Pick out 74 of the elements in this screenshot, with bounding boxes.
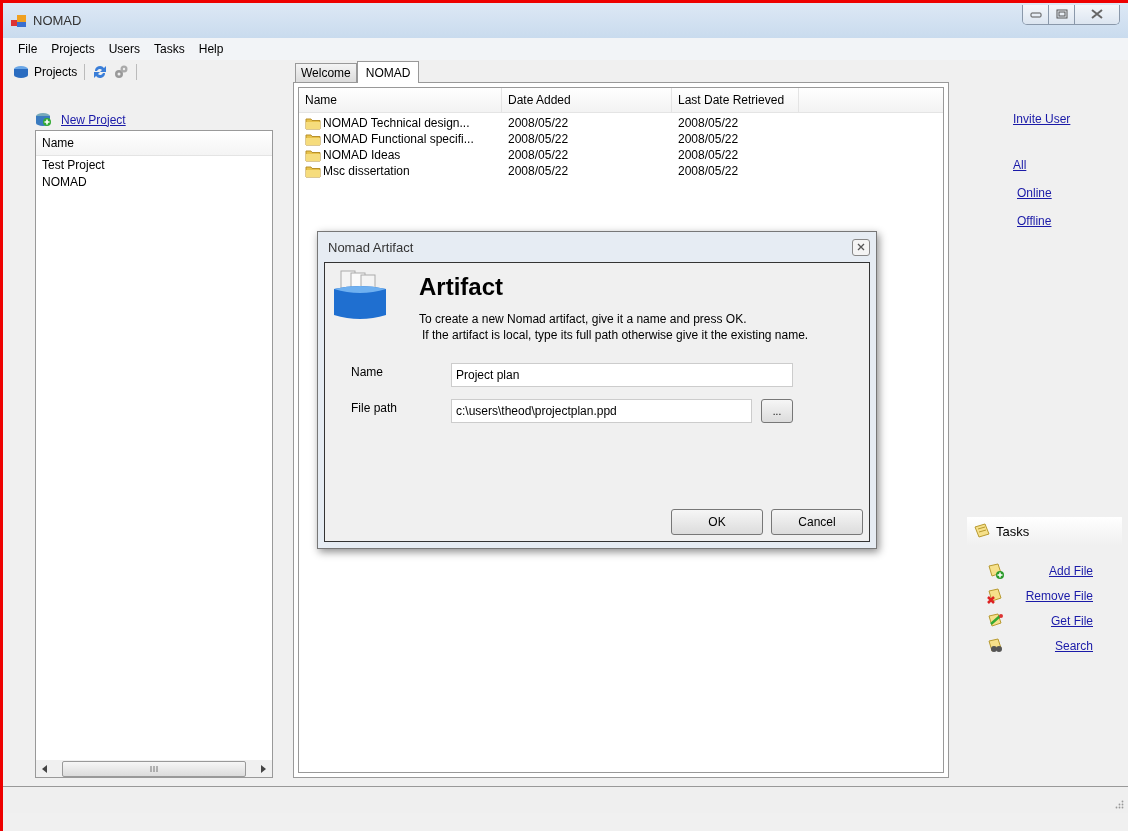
table-cell: NOMAD Ideas <box>323 148 401 162</box>
cancel-button[interactable]: Cancel <box>771 509 863 535</box>
tasks-title: Tasks <box>996 523 1030 539</box>
note-add-icon <box>987 563 1005 579</box>
dialog-title: Nomad Artifact <box>328 239 414 255</box>
maximize-icon <box>1055 9 1068 19</box>
invite-user-link[interactable]: Invite User <box>1013 112 1128 126</box>
menu-item[interactable]: Help <box>191 42 231 56</box>
column-header[interactable]: Name <box>299 88 502 112</box>
project-item[interactable]: Test Project <box>36 156 272 173</box>
instruction-text: To create a new Nomad artifact, give it a name and press OK. <box>419 311 748 327</box>
menu-item[interactable]: Projects <box>44 42 102 56</box>
minimize-icon <box>1029 10 1042 18</box>
table-cell: 2008/05/22 <box>508 132 569 146</box>
scroll-left-icon[interactable] <box>42 764 48 773</box>
task-link[interactable]: Get File <box>1051 614 1093 628</box>
minimize-button[interactable] <box>1023 4 1049 24</box>
folder-icon <box>305 116 321 130</box>
table-cell: 2008/05/22 <box>508 164 569 178</box>
instruction-text: If the artifact is local, type its full path otherwise give it the existing name. <box>421 327 809 343</box>
table-cell: 2008/05/22 <box>508 116 569 130</box>
notes-icon <box>973 523 991 539</box>
input-field[interactable]: Project plan <box>451 363 793 387</box>
table-cell: 2008/05/22 <box>678 164 739 178</box>
filter-link[interactable]: Online <box>1017 186 1128 200</box>
folder-icon <box>305 148 321 162</box>
table-cell: 2008/05/22 <box>678 132 739 146</box>
field-label: File path <box>350 401 399 415</box>
dialog-heading: Artifact <box>419 273 504 301</box>
table-cell: NOMAD Functional specifi... <box>323 132 474 146</box>
field-label: Name <box>350 365 384 379</box>
filter-link[interactable]: All <box>1013 158 1128 172</box>
resize-grip-icon[interactable] <box>1115 800 1124 809</box>
note-binoculars-icon <box>987 638 1005 654</box>
scrollbar-thumb[interactable] <box>62 760 246 777</box>
folder-icon <box>305 132 321 146</box>
refresh-icon[interactable] <box>92 64 109 80</box>
table-cell: 2008/05/22 <box>508 148 569 162</box>
folder-icon <box>305 164 321 178</box>
table-cell: Msc dissertation <box>323 164 410 178</box>
window-title: NOMAD <box>33 13 82 28</box>
close-icon <box>1091 9 1103 19</box>
close-button[interactable] <box>1075 4 1119 24</box>
note-remove-icon <box>987 588 1005 604</box>
tab[interactable]: NOMAD <box>356 61 420 83</box>
close-icon <box>857 243 865 251</box>
table-cell: 2008/05/22 <box>678 116 739 130</box>
close-button[interactable] <box>852 238 870 256</box>
input-field[interactable]: c:\users\theod\projectplan.ppd <box>451 399 752 423</box>
project-item[interactable]: NOMAD <box>36 173 272 190</box>
note-pencil-icon <box>987 613 1005 629</box>
database-add-icon <box>35 112 53 127</box>
ok-button[interactable]: OK <box>671 509 763 535</box>
database-icon <box>13 65 29 79</box>
menu-item[interactable]: Users <box>101 42 148 56</box>
tab[interactable]: Welcome <box>295 63 357 82</box>
table-cell: 2008/05/22 <box>678 148 739 162</box>
new-project-link[interactable]: New Project <box>61 112 126 127</box>
task-link[interactable]: Search <box>1054 639 1093 653</box>
menu-item[interactable]: File <box>11 42 45 56</box>
horizontal-scrollbar[interactable] <box>36 760 272 777</box>
column-header[interactable]: Last Date Retrieved <box>672 88 799 112</box>
gears-icon[interactable] <box>113 64 130 80</box>
task-link[interactable]: Remove File <box>1025 589 1093 603</box>
table-cell: NOMAD Technical design... <box>323 116 470 130</box>
column-header[interactable]: Date Added <box>502 88 672 112</box>
menu-item[interactable]: Tasks <box>147 42 192 56</box>
browse-button[interactable]: ... <box>761 399 793 423</box>
scroll-right-icon[interactable] <box>260 764 266 773</box>
maximize-button[interactable] <box>1049 4 1075 24</box>
toolbar-label: Projects <box>34 65 78 79</box>
app-icon <box>11 13 27 28</box>
task-link[interactable]: Add File <box>1048 564 1093 578</box>
filter-link[interactable]: Offline <box>1017 214 1128 228</box>
